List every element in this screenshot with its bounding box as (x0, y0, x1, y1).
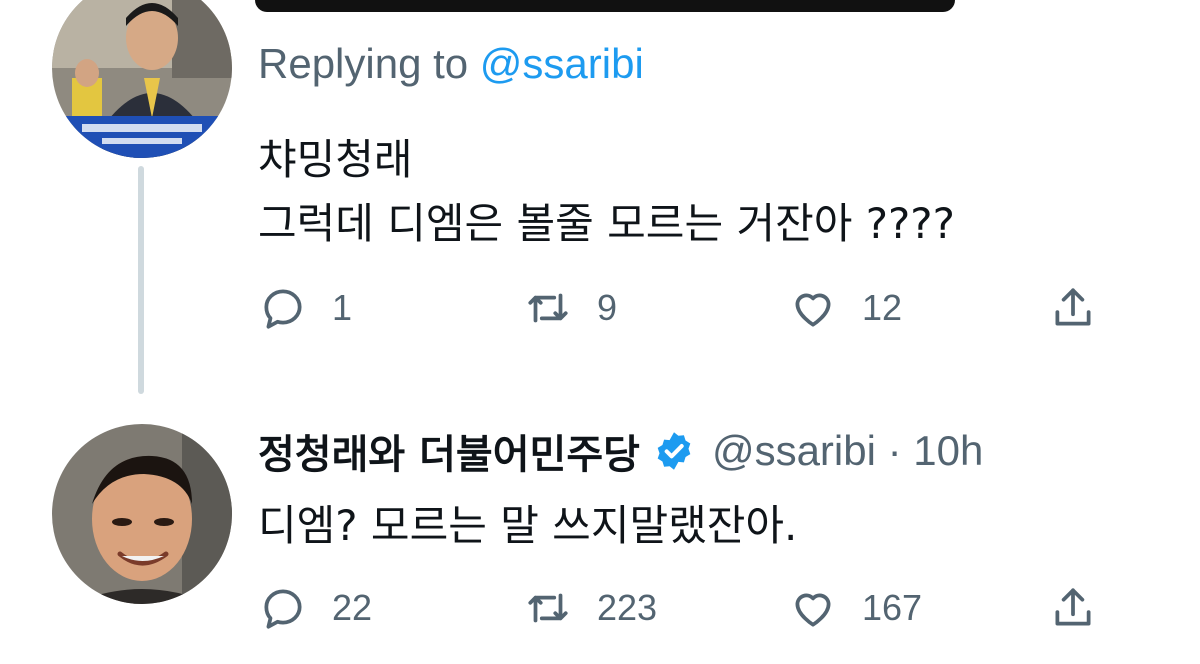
share-icon (1055, 288, 1091, 326)
avatar-image (52, 0, 232, 158)
thread-connector-line (138, 166, 144, 394)
tweet1-actions: 1 9 12 (258, 278, 1118, 338)
retweet-count: 223 (597, 587, 658, 628)
tweet1-text-line2: 그럭데 디엠은 볼줄 모르는 거잔아 ???? (258, 199, 955, 248)
retweet-icon (528, 593, 568, 623)
retweet-button[interactable]: 223 (523, 578, 657, 638)
tweet2-header: 정청래와 더불어민주당 @ssaribi · 10h (258, 422, 983, 480)
replying-handle-link[interactable]: @ssaribi (480, 40, 644, 87)
display-name[interactable]: 정청래와 더불어민주당 (258, 422, 640, 480)
reply-icon (264, 289, 302, 329)
replying-prefix: Replying to (258, 40, 469, 87)
like-count: 12 (862, 287, 903, 328)
avatar-tweet2[interactable] (52, 424, 232, 604)
like-icon (795, 593, 831, 627)
handle-and-time: @ssaribi · 10h (711, 427, 984, 474)
reply-button[interactable]: 1 (258, 278, 352, 338)
like-button[interactable]: 12 (788, 278, 902, 338)
like-count: 167 (862, 587, 923, 628)
like-icon (795, 293, 831, 327)
redacted-header (255, 0, 955, 12)
tweet1-text-line1: 챠밍청래 (258, 135, 413, 184)
share-icon (1055, 588, 1091, 626)
verified-badge-icon (652, 429, 696, 473)
like-button[interactable]: 167 (788, 578, 922, 638)
reply-count: 1 (332, 287, 353, 328)
reply-count: 22 (332, 587, 373, 628)
avatar-tweet1[interactable] (52, 0, 232, 158)
share-button[interactable] (1048, 278, 1098, 338)
reply-icon (264, 589, 302, 629)
retweet-count: 9 (597, 287, 618, 328)
avatar-image (52, 424, 232, 604)
retweet-button[interactable]: 9 (523, 278, 617, 338)
share-button[interactable] (1048, 578, 1098, 638)
tweet2-actions: 22 223 167 (258, 578, 1118, 638)
retweet-icon (528, 293, 568, 323)
replying-to: Replying to @ssaribi (258, 40, 644, 88)
tweet2-text: 디엠? 모르는 말 쓰지말랬잔아. (258, 501, 798, 550)
reply-button[interactable]: 22 (258, 578, 372, 638)
